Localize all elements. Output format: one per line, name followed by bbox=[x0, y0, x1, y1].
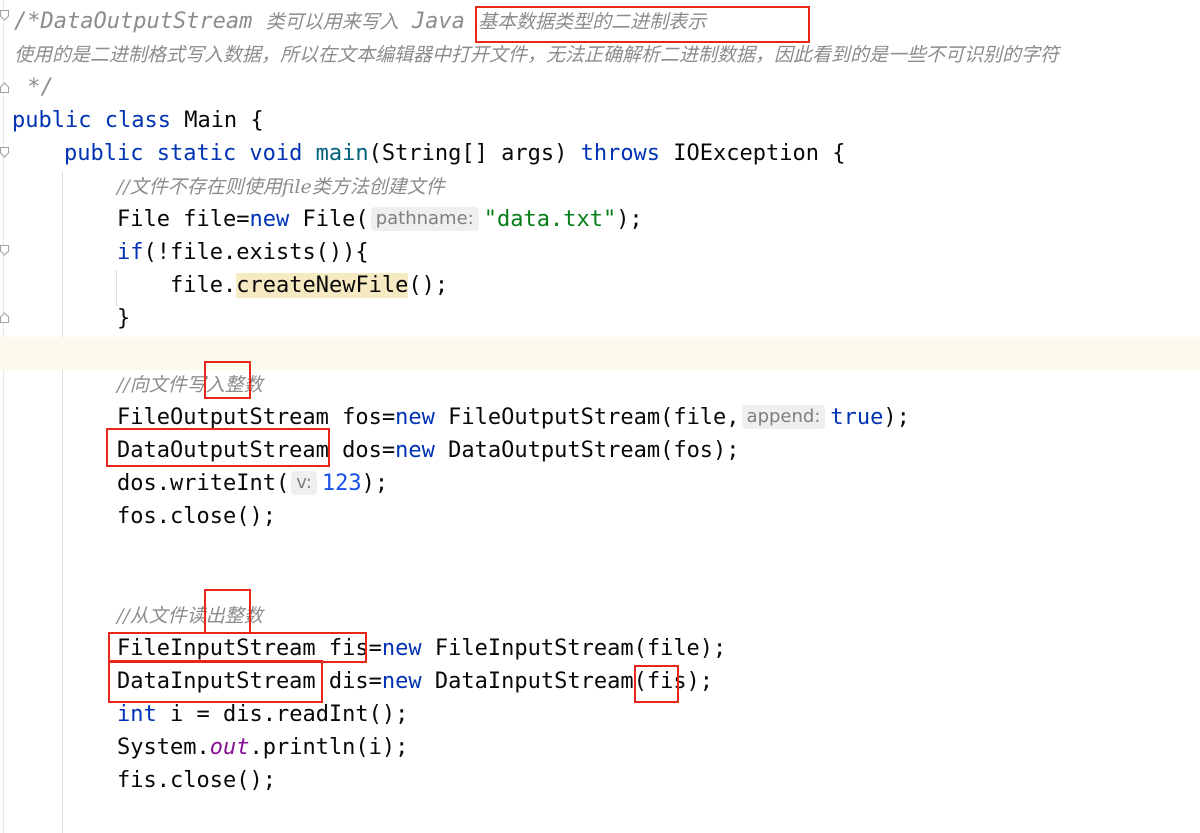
code-token: ); bbox=[361, 471, 389, 496]
fold-toggle-icon[interactable] bbox=[0, 10, 9, 21]
code-line: public class Main { bbox=[12, 104, 264, 137]
code-token: FileOutputStream fos= bbox=[117, 405, 396, 430]
keyword-token: true bbox=[830, 405, 884, 430]
code-token: FileInputStream fis= bbox=[117, 636, 382, 661]
code-line: file.createNewFile(); bbox=[170, 269, 448, 302]
code-line: FileOutputStream fos=new FileOutputStrea… bbox=[117, 401, 910, 434]
code-line: System.out.println(i); bbox=[117, 731, 408, 764]
code-token: (!file.exists()){ bbox=[143, 240, 369, 265]
code-line: fis.close(); bbox=[117, 764, 276, 797]
keyword-token: public class bbox=[12, 108, 171, 133]
comment-token: 类可以用来写入 bbox=[265, 11, 399, 33]
fold-toggle-icon[interactable] bbox=[0, 312, 9, 323]
code-token: System. bbox=[117, 735, 210, 760]
code-token: DataInputStream dis= bbox=[117, 669, 382, 694]
code-token: DataOutputStream dos= bbox=[117, 438, 396, 463]
code-line: DataOutputStream dos=new DataOutputStrea… bbox=[117, 434, 740, 467]
keyword-token: new bbox=[249, 207, 290, 232]
code-token: File( bbox=[289, 207, 369, 232]
code-token: file. bbox=[170, 273, 237, 298]
code-editor[interactable]: /*DataOutputStream 类可以用来写入 Java 基本数据类型的二… bbox=[0, 0, 1200, 833]
code-line: 使用的是二进制格式写入数据，所以在文本编辑器中打开文件，无法正确解析二进制数据，… bbox=[14, 38, 1059, 71]
comment-token: 使用的是二进制格式写入数据，所以在文本编辑器中打开文件，无法正确解析二进制数据，… bbox=[14, 44, 1060, 66]
code-token: .println(i); bbox=[249, 735, 409, 760]
code-line: if(!file.exists()){ bbox=[117, 236, 369, 269]
comment-token: //向文件写入整数 bbox=[117, 374, 263, 396]
comment-token: //从文件读出整数 bbox=[117, 605, 263, 627]
keyword-token: new bbox=[395, 405, 435, 430]
code-token: FileInputStream(file); bbox=[421, 636, 727, 661]
code-line: //文件不存在则使用file类方法创建文件 bbox=[117, 170, 445, 203]
fold-toggle-icon[interactable] bbox=[0, 147, 9, 158]
code-token: Main { bbox=[170, 108, 264, 133]
fold-toggle-icon[interactable] bbox=[0, 245, 9, 256]
gutter bbox=[3, 0, 4, 833]
code-token: i = dis.readInt(); bbox=[156, 702, 409, 727]
keyword-token: new bbox=[381, 636, 422, 661]
code-token: ); bbox=[616, 207, 643, 232]
comment-token: /*DataOutputStream bbox=[14, 9, 266, 34]
static-field-token: out bbox=[209, 735, 250, 760]
code-line: dos.writeInt(v: 123); bbox=[117, 467, 388, 500]
code-line: } bbox=[117, 302, 130, 335]
keyword-token: new bbox=[381, 669, 422, 694]
keyword-token: new bbox=[395, 438, 435, 463]
code-line: FileInputStream fis=new FileInputStream(… bbox=[117, 632, 726, 665]
fold-toggle-icon[interactable] bbox=[0, 82, 9, 93]
code-token: DataOutputStream(fos); bbox=[434, 438, 740, 463]
keyword-token: public static void bbox=[64, 141, 303, 166]
code-token: ); bbox=[883, 405, 910, 430]
code-token: (); bbox=[408, 273, 449, 298]
comment-token: 基本数据类型的二进制表示 bbox=[478, 11, 707, 33]
code-line: DataInputStream dis=new DataInputStream(… bbox=[117, 665, 713, 698]
code-line: File file=new File(pathname: "data.txt"); bbox=[117, 203, 643, 236]
code-token: } bbox=[117, 306, 131, 331]
code-token: File file= bbox=[117, 207, 250, 232]
indent-guide bbox=[62, 172, 63, 833]
comment-token: Java bbox=[398, 9, 479, 34]
parameter-hint: v: bbox=[291, 471, 317, 495]
code-line: //从文件读出整数 bbox=[117, 599, 263, 632]
parameter-hint: pathname: bbox=[370, 207, 479, 231]
comment-token: //文件不存在则使用file类方法创建文件 bbox=[117, 176, 445, 198]
code-line: /*DataOutputStream 类可以用来写入 Java 基本数据类型的二… bbox=[14, 5, 706, 38]
code-token: fis.close(); bbox=[117, 768, 276, 793]
code-token: (String[] args) bbox=[368, 141, 581, 166]
string-token: "data.txt" bbox=[483, 207, 617, 232]
current-line-highlight bbox=[0, 337, 1200, 370]
code-line: */ bbox=[14, 71, 54, 104]
code-line: fos.close(); bbox=[117, 500, 276, 533]
parameter-hint: append: bbox=[741, 405, 826, 429]
code-line: //向文件写入整数 bbox=[117, 368, 263, 401]
keyword-token: throws bbox=[580, 141, 661, 166]
method-name-token: main bbox=[315, 141, 369, 166]
code-token: FileOutputStream(file, bbox=[434, 405, 740, 430]
code-token: dos.writeInt( bbox=[117, 471, 290, 496]
code-token: DataInputStream(fis); bbox=[421, 669, 714, 694]
comment-token: */ bbox=[14, 75, 54, 100]
indent-guide bbox=[116, 270, 117, 306]
code-line: int i = dis.readInt(); bbox=[117, 698, 408, 731]
code-token: fos.close(); bbox=[117, 504, 276, 529]
code-token: IOException { bbox=[660, 141, 846, 166]
code-line: public static void main(String[] args) t… bbox=[64, 137, 846, 170]
highlighted-method-token: createNewFile bbox=[236, 273, 409, 298]
keyword-token: if bbox=[117, 240, 144, 265]
number-token: 123 bbox=[321, 471, 362, 496]
keyword-token: int bbox=[117, 702, 157, 727]
